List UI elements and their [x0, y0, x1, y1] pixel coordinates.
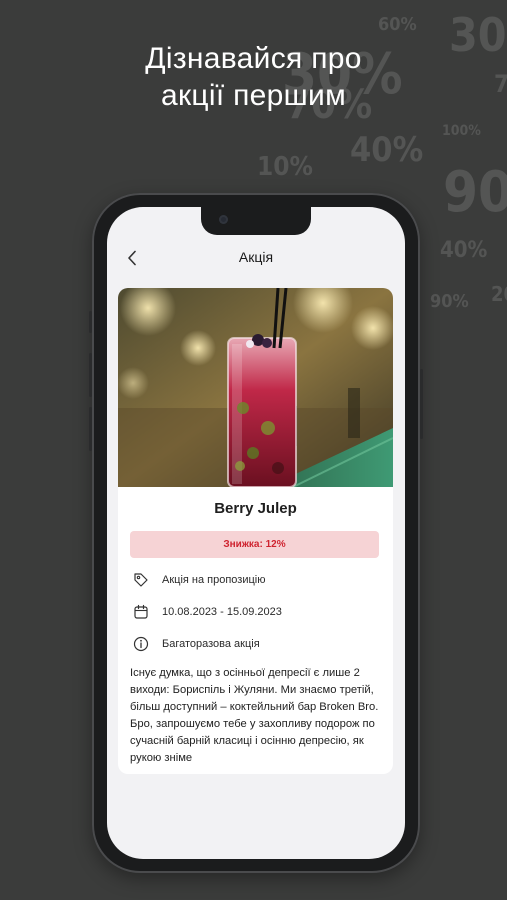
phone-power-button	[420, 369, 423, 439]
detail-row-dates: 10.08.2023 - 15.09.2023	[132, 602, 282, 622]
bg-percent: 40%	[350, 130, 424, 170]
phone-mute-switch	[89, 311, 92, 333]
promo-card: Berry Julep Знижка: 12% Акція на пропози…	[118, 288, 393, 774]
bg-percent: 40%	[440, 238, 488, 263]
page-title: Акція	[238, 249, 274, 265]
bg-percent: 20	[491, 282, 507, 306]
phone-volume-down	[89, 407, 92, 451]
detail-dates-text: 10.08.2023 - 15.09.2023	[162, 606, 282, 618]
phone-screen: Акція Berry Julep Знижка: 12% Акція на п…	[107, 207, 405, 859]
bg-percent: 90	[443, 160, 507, 225]
headline: Дізнавайся про акції першим	[0, 40, 507, 114]
bg-percent: 90%	[430, 291, 469, 312]
headline-line-2: акції першим	[161, 79, 346, 112]
promo-title: Berry Julep	[214, 500, 297, 517]
bg-percent: 60%	[378, 14, 417, 35]
headline-line-1: Дізнавайся про	[145, 42, 362, 75]
nav-bar: Акція	[107, 243, 405, 275]
cocktail-photo	[118, 288, 393, 487]
promo-description: Існує думка, що з осінньої депресії є ли…	[130, 667, 379, 764]
bg-percent: 100%	[442, 123, 481, 139]
phone-volume-up	[89, 353, 92, 397]
discount-badge: Знижка: 12%	[130, 531, 379, 558]
calendar-icon	[134, 604, 148, 619]
detail-row-usage: Багаторазова акція	[132, 634, 260, 654]
phone-frame: Акція Berry Julep Знижка: 12% Акція на п…	[89, 193, 423, 873]
info-icon	[133, 636, 149, 652]
front-camera-icon	[219, 215, 228, 224]
bg-percent: 10%	[257, 152, 313, 182]
detail-row-type: Акція на пропозицію	[132, 570, 265, 590]
tag-icon	[134, 573, 148, 587]
detail-type-text: Акція на пропозицію	[162, 574, 266, 586]
notch	[201, 207, 311, 235]
detail-usage-text: Багаторазова акція	[162, 638, 260, 650]
